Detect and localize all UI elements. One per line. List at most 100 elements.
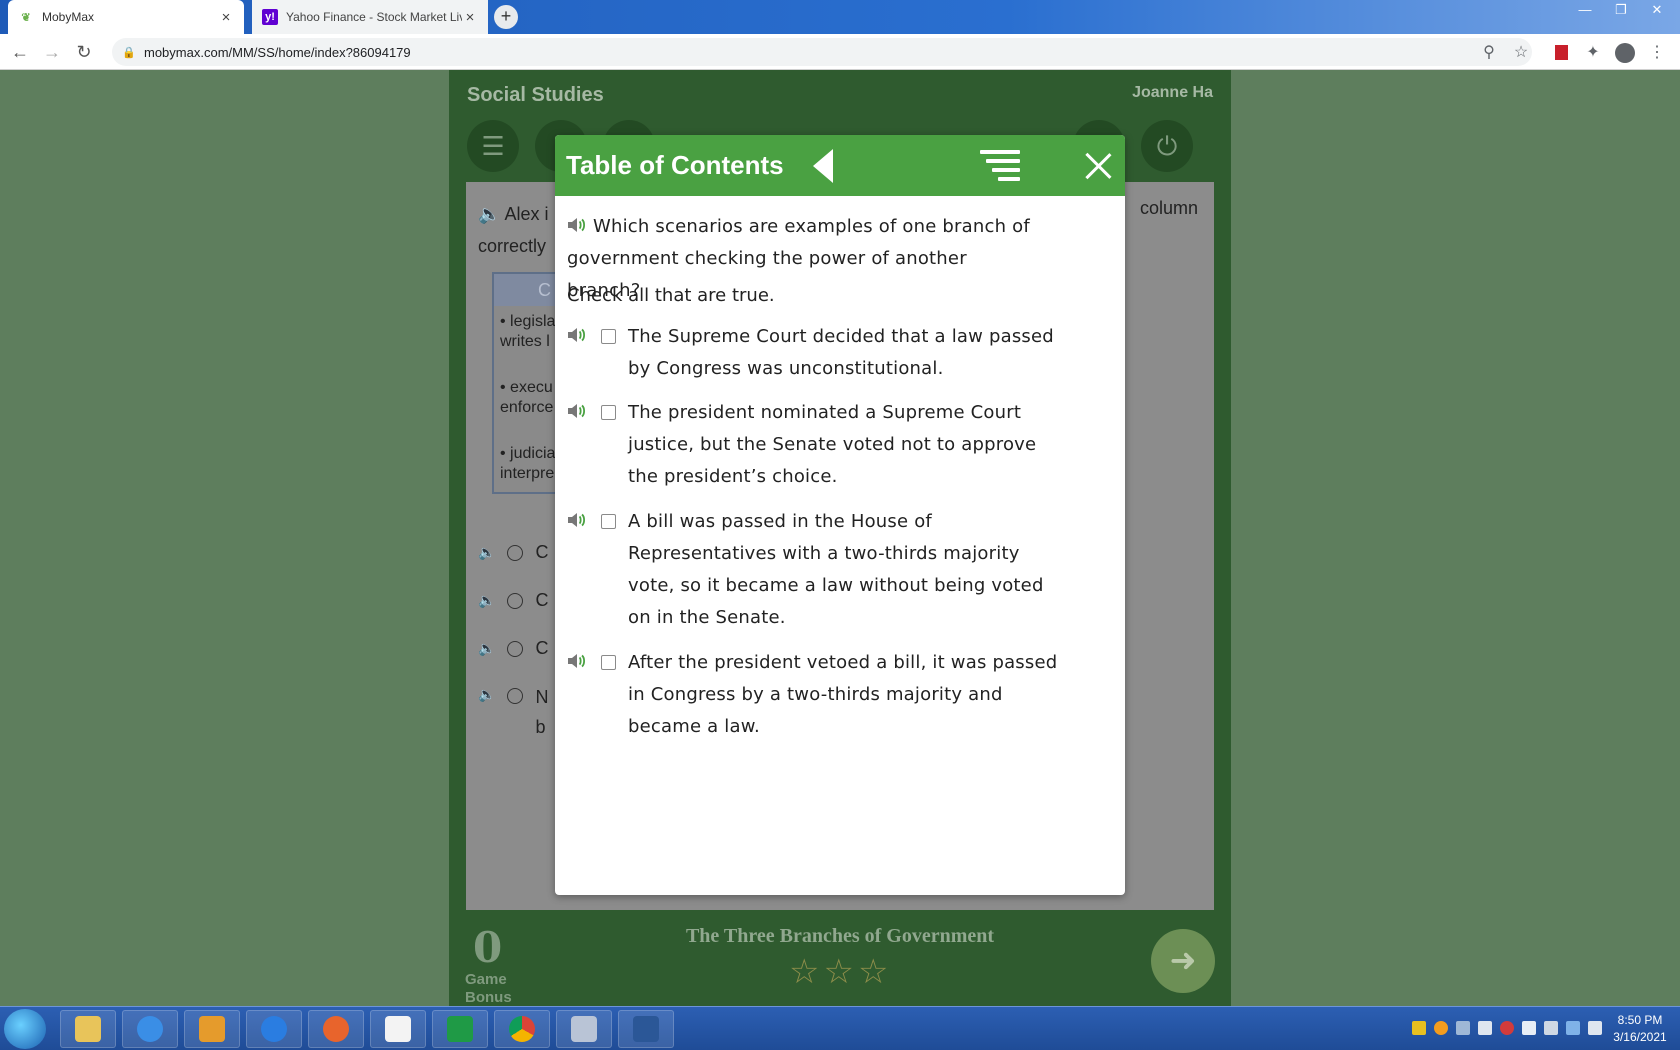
answer-option[interactable]: 🔈 N b — [478, 686, 548, 742]
url-text: mobymax.com/MM/SS/home/index?86094179 — [144, 44, 411, 60]
answer-option[interactable]: 🔈 C — [478, 590, 548, 611]
tray-network-icon[interactable] — [1456, 1021, 1470, 1035]
power-button[interactable]: ⏻ — [1141, 120, 1193, 172]
modal-header: Table of Contents — [555, 135, 1125, 196]
lock-icon: 🔒 — [122, 46, 136, 59]
profile-avatar-icon[interactable] — [1614, 42, 1636, 64]
checkbox[interactable] — [601, 514, 616, 529]
star-icon: ☆ — [857, 953, 889, 991]
radio-button[interactable] — [507, 592, 524, 609]
speaker-icon[interactable] — [567, 512, 587, 528]
notepad-icon[interactable] — [370, 1010, 426, 1048]
background-question: 🔈 Alex i correctly — [478, 204, 549, 256]
star-rating: ☆ ☆ ☆ — [789, 955, 888, 989]
calculator-icon[interactable] — [556, 1010, 612, 1048]
close-icon[interactable] — [1082, 149, 1114, 181]
speaker-icon[interactable]: 🔈 — [478, 544, 495, 561]
option-text: After the president vetoed a bill, it wa… — [628, 652, 1058, 737]
tab-title: MobyMax — [42, 10, 95, 24]
checkbox-option[interactable]: After the president vetoed a bill, it wa… — [567, 647, 1107, 743]
browser-menu-icon[interactable]: ⋮ — [1646, 42, 1668, 64]
option-text: The president nominated a Supreme Court … — [628, 402, 1037, 487]
radio-button[interactable] — [507, 688, 524, 704]
next-arrow-button[interactable]: ➜ — [1151, 929, 1215, 993]
modal-instruction: Check all that are true. — [567, 285, 775, 306]
lesson-footer: 0 Game Bonus The Three Branches of Gover… — [449, 915, 1231, 1006]
star-icon: ☆ — [789, 953, 820, 991]
reload-button[interactable]: ↻ — [72, 40, 96, 64]
system-clock[interactable]: 8:50 PM 3/16/2021 — [1608, 1012, 1672, 1046]
minimize-button[interactable]: — — [1568, 2, 1602, 20]
checkbox[interactable] — [601, 329, 616, 344]
yahoo-icon: y! — [262, 9, 278, 25]
speaker-icon[interactable]: 🔈 — [478, 640, 495, 657]
tray-volume-icon[interactable] — [1588, 1021, 1602, 1035]
checkbox[interactable] — [601, 405, 616, 420]
speaker-icon[interactable] — [567, 653, 587, 669]
media-player-icon[interactable] — [184, 1010, 240, 1048]
tray-display-icon[interactable] — [1566, 1021, 1580, 1035]
tray-shield-icon[interactable] — [1412, 1021, 1426, 1035]
extension-red-icon[interactable] — [1550, 42, 1572, 64]
game-bonus-label: Game Bonus — [465, 971, 512, 1006]
close-window-button[interactable]: ✕ — [1640, 2, 1674, 20]
tab-mobymax[interactable]: ❦ MobyMax × — [8, 0, 244, 34]
option-text: The Supreme Court decided that a law pas… — [628, 326, 1054, 379]
restore-button[interactable]: ❐ — [1604, 2, 1638, 20]
forward-button[interactable]: → — [40, 40, 64, 64]
back-arrow-icon[interactable] — [813, 149, 833, 183]
speaker-icon[interactable]: 🔈 — [478, 686, 495, 703]
answer-option[interactable]: 🔈 C — [478, 542, 548, 563]
speaker-icon[interactable]: 🔈 — [478, 204, 500, 224]
tab-close-icon[interactable]: × — [218, 9, 234, 26]
checkbox-option[interactable]: The president nominated a Supreme Court … — [567, 397, 1107, 493]
zoom-icon[interactable]: ⚲ — [1478, 42, 1500, 64]
teamviewer-icon[interactable] — [246, 1010, 302, 1048]
star-icon: ☆ — [823, 953, 854, 991]
tab-close-icon[interactable]: × — [462, 9, 478, 26]
lesson-title: The Three Branches of Government — [685, 925, 995, 947]
tray-orange-icon[interactable] — [1434, 1021, 1448, 1035]
modal-title: Table of Contents — [566, 150, 784, 180]
file-explorer-icon[interactable] — [60, 1010, 116, 1048]
mobymax-leaf-icon: ❦ — [21, 11, 31, 24]
background-question-end: column — [1139, 198, 1198, 218]
tab-yahoo-finance[interactable]: y! Yahoo Finance - Stock Market Liv × — [252, 0, 488, 34]
subject-title: Social Studies — [467, 84, 604, 106]
checkbox-option[interactable]: A bill was passed in the House of Repres… — [567, 506, 1107, 634]
checkbox-option[interactable]: The Supreme Court decided that a law pas… — [567, 321, 1107, 385]
clock-date: 3/16/2021 — [1613, 1030, 1667, 1044]
start-button[interactable] — [4, 1009, 46, 1049]
bookmark-star-icon[interactable]: ☆ — [1510, 42, 1532, 64]
radio-button[interactable] — [507, 544, 524, 561]
back-button[interactable]: ← — [8, 40, 32, 64]
tray-clock-icon[interactable] — [1500, 1021, 1514, 1035]
address-bar: ← → ↻ 🔒 mobymax.com/MM/SS/home/index?860… — [0, 34, 1680, 70]
firefox-icon[interactable] — [308, 1010, 364, 1048]
speaker-icon[interactable] — [567, 217, 587, 233]
url-field[interactable]: 🔒 mobymax.com/MM/SS/home/index?86094179 — [112, 38, 1532, 66]
clock-time: 8:50 PM — [1617, 1013, 1663, 1027]
system-tray — [1412, 1021, 1602, 1035]
user-name: Joanne Ha — [1132, 84, 1213, 101]
radio-button[interactable] — [507, 640, 524, 657]
word-icon[interactable] — [618, 1010, 674, 1048]
new-tab-button[interactable]: + — [494, 5, 518, 29]
green-app-icon[interactable] — [432, 1010, 488, 1048]
internet-explorer-icon[interactable] — [122, 1010, 178, 1048]
answer-option[interactable]: 🔈 C — [478, 638, 548, 659]
speaker-icon[interactable] — [567, 327, 587, 343]
browser-tab-bar: ❦ MobyMax × y! Yahoo Finance - Stock Mar… — [0, 0, 1680, 34]
checkbox[interactable] — [601, 655, 616, 670]
menu-button[interactable]: ☰ — [467, 120, 519, 172]
chrome-icon[interactable] — [494, 1010, 550, 1048]
speaker-icon[interactable] — [567, 403, 587, 419]
tray-device-icon[interactable] — [1478, 1021, 1492, 1035]
tray-power-icon[interactable] — [1544, 1021, 1558, 1035]
tray-flag-icon[interactable] — [1522, 1021, 1536, 1035]
window-controls: — ❐ ✕ — [1568, 2, 1674, 20]
extensions-puzzle-icon[interactable]: ✦ — [1582, 42, 1604, 64]
list-menu-icon[interactable] — [980, 150, 1020, 181]
speaker-icon[interactable]: 🔈 — [478, 592, 495, 609]
table-of-contents-modal: Table of Contents Which scenarios are ex… — [555, 135, 1125, 895]
